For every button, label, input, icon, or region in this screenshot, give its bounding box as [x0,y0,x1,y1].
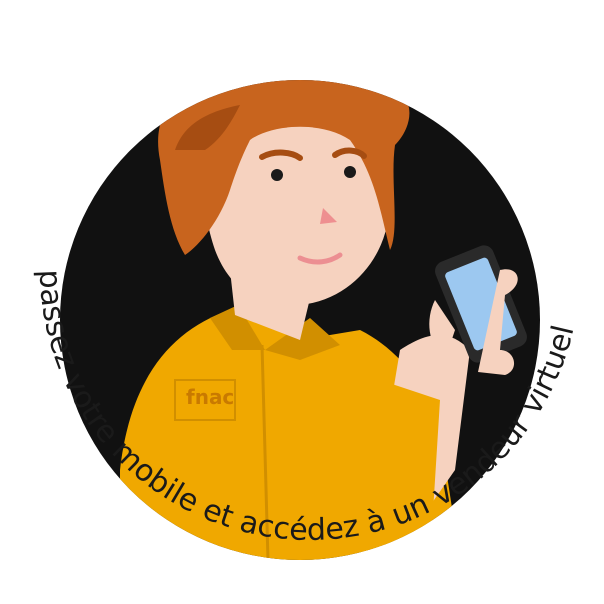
fnac-logo: fnac [186,385,234,409]
left-eye [271,169,283,181]
right-eye [344,166,356,178]
badge-illustration: fnac passez votre mobile et accédez à un… [0,0,604,604]
badge-svg: fnac passez votre mobile et accédez à un… [32,80,581,560]
